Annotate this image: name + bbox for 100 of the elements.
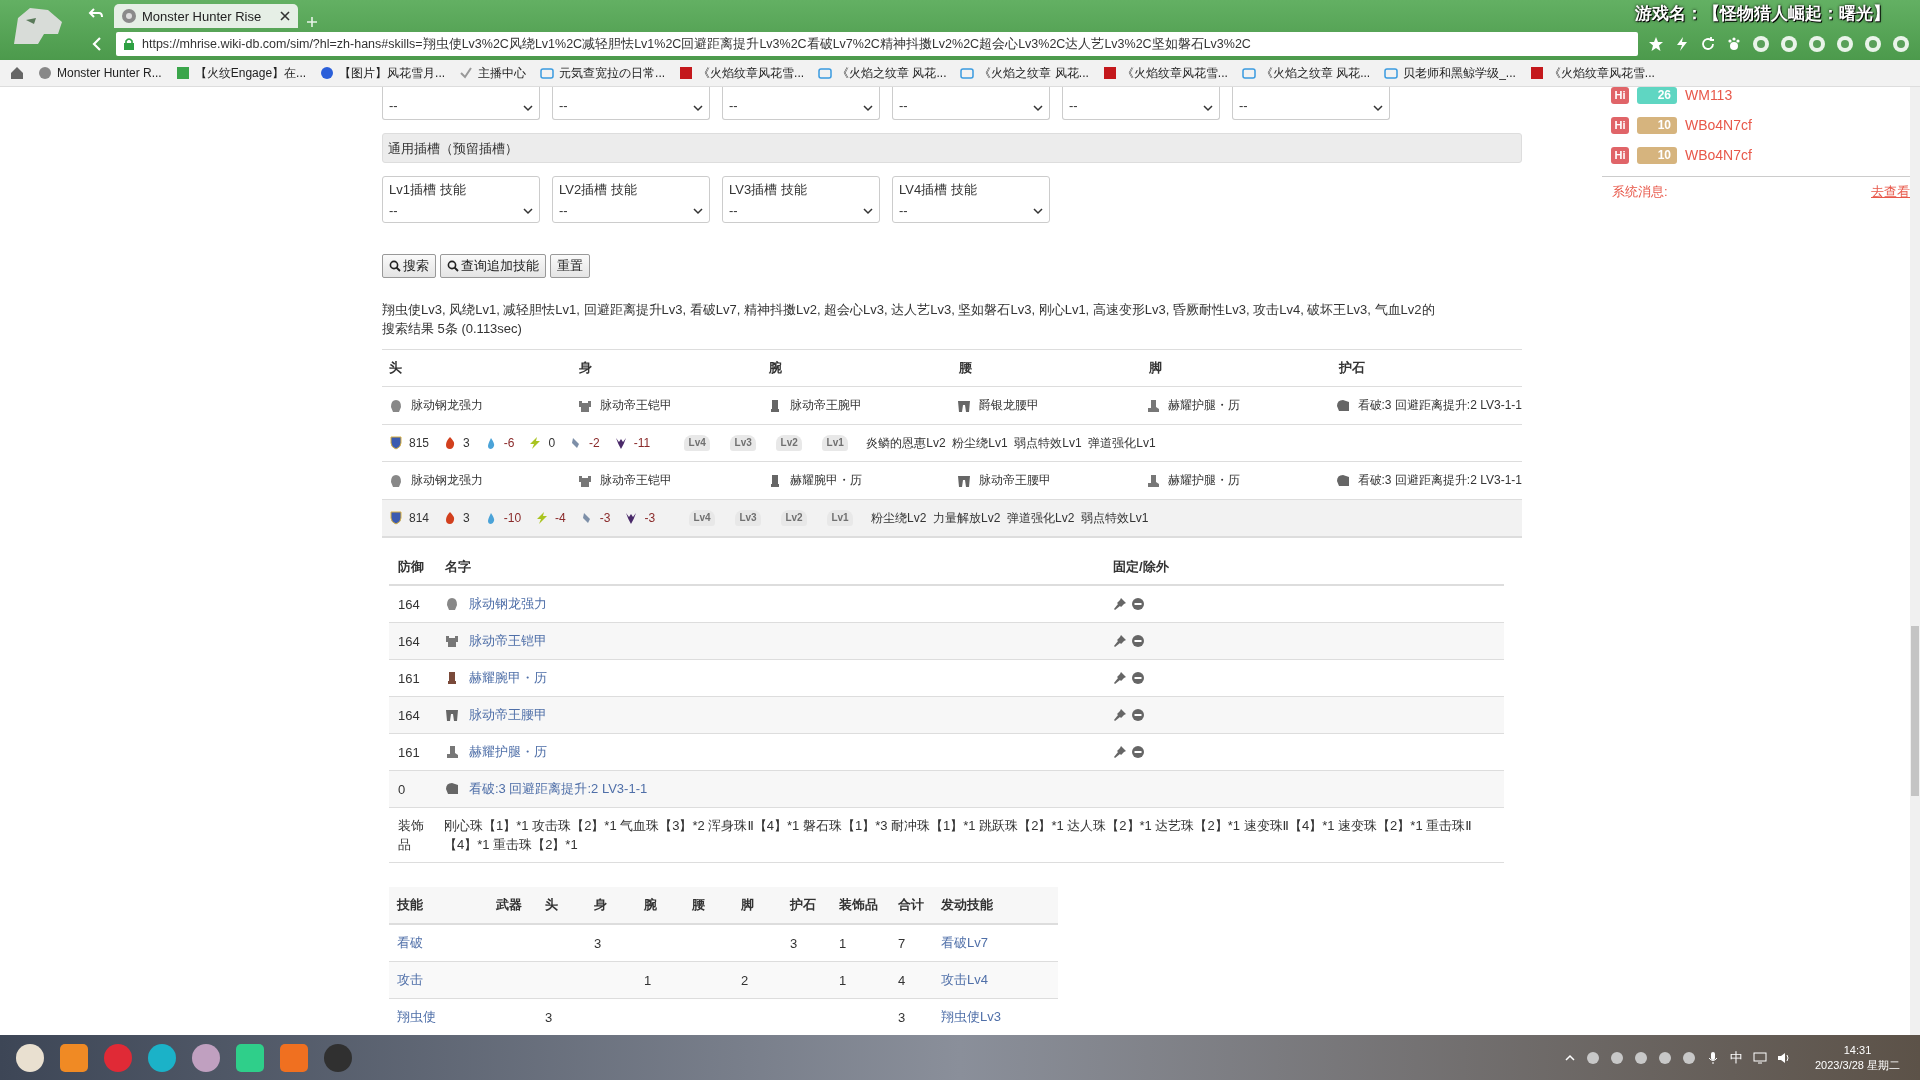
empty-slot: Lv3 [735,510,762,526]
dropdown[interactable]: -- [1062,87,1220,120]
skill-link[interactable]: 翔虫使Lv3 [933,1008,1058,1026]
exclude-icon[interactable] [1131,745,1145,759]
refresh-icon[interactable] [1700,36,1716,52]
skill-slot-select[interactable]: LV4插槽 技能 -- [892,176,1050,223]
armor-piece-icon [389,398,403,413]
result-stats-row[interactable]: 815 3 -6 0 -2 -11 Lv4 Lv3 Lv2 Lv1 炎鳞的恩惠Lv2 粉尘绕Lv1 弱点特效Lv1 弹道强化Lv1 [382,425,1522,462]
home-icon[interactable] [10,66,24,80]
decorations-label: 装饰品 [398,817,425,854]
lightning-icon[interactable] [1674,36,1690,52]
exclude-icon[interactable] [1131,671,1145,685]
skill-slot-select[interactable]: Lv1插槽 技能 -- [382,176,540,223]
result-stats-row[interactable]: 814 3 -10 -4 -3 -3 Lv4 Lv3 Lv2 Lv1 粉尘绕Lv2 力量解放Lv2 弹道强化Lv2 弱点特效Lv1 [382,500,1522,537]
exclude-icon[interactable] [1131,597,1145,611]
armor-link[interactable]: 赫耀腕甲・历 [469,669,547,687]
armor-link[interactable]: 脉动钢龙强力 [469,595,547,613]
speaker-icon[interactable] [1777,1050,1791,1065]
taskbar-app-icon[interactable] [192,1043,220,1072]
pin-icon[interactable] [1113,745,1127,759]
bookmark[interactable]: 《火焰纹章风花雪... [1529,64,1655,82]
armor-link[interactable]: 看破:3 回避距离提升:2 LV3-1-1 [469,780,648,798]
bookmark-icon [38,66,52,80]
bookmark[interactable]: 贝老师和黑鲸学级_... [1384,64,1516,82]
dropdown[interactable]: -- [382,87,540,120]
taskbar-app-icon[interactable] [16,1043,44,1072]
armor-link[interactable]: 脉动帝王腰甲 [469,706,547,724]
dropdown[interactable]: -- [892,87,1050,120]
taskbar-app-icon[interactable] [60,1043,88,1072]
skill-link[interactable]: 翔虫使 [389,1008,488,1026]
toolbar-icon[interactable] [1892,35,1910,53]
monitor-icon[interactable] [1753,1050,1767,1065]
bookmark[interactable]: 《火焰之纹章 风花... [1241,64,1371,82]
bookmark[interactable]: 《火焰之纹章 风花... [818,64,947,82]
pin-icon[interactable] [1113,708,1127,722]
greeting-badge: Hi [1611,87,1629,104]
stat-value: 815 [409,436,430,450]
scrollbar[interactable] [1910,87,1920,1035]
column-header: 腕 [768,359,783,377]
microphone-icon[interactable] [1706,1050,1720,1065]
tray-icon[interactable] [1586,1050,1600,1065]
bookmark-icon [1384,66,1399,80]
dropdown[interactable]: -- [552,87,710,120]
toolbar-icon[interactable] [1864,35,1882,53]
taskbar-app-icon[interactable] [148,1043,176,1072]
armor-link[interactable]: 脉动帝王铠甲 [469,632,547,650]
stream-overlay-text: 游戏名：【怪物猎人崛起：曙光】 [1635,3,1890,25]
table-cell-text: 1 [838,935,848,951]
level-badge: 10 [1637,146,1677,164]
close-icon[interactable] [280,11,290,21]
toolbar-icon[interactable] [1808,35,1826,53]
dropdown[interactable]: -- [1232,87,1390,120]
skill-link[interactable]: 攻击 [389,971,488,989]
armor-link[interactable]: 赫耀护腿・历 [469,743,547,761]
stat-value: -3 [599,511,611,525]
reset-button[interactable]: 重置 [550,254,590,278]
bookmark[interactable]: 《火焰纹章风花雪... [679,64,805,82]
bookmark[interactable]: 元気查宽拉の日常... [540,64,666,82]
bookmark-icon [175,66,190,80]
pin-icon[interactable] [1113,634,1127,648]
tray-icon[interactable] [1634,1050,1648,1065]
address-field[interactable]: https://mhrise.wiki-db.com/sim/?hl=zh-hans#skills=翔虫使Lv3%2C风绕Lv1%2C减轻胆怯Lv1%2C回避距离提升Lv3%2C看破Lv7%2C精神抖擞Lv2%2C超会心Lv3%2C达人艺Lv3%2C坚如磐石Lv3%2C [116,32,1638,56]
armor-piece-icon [445,782,459,796]
browser-tab[interactable]: Monster Hunter Rise [114,4,298,28]
bookmark[interactable]: 【图片】风花雪月... [320,64,446,82]
pin-icon[interactable] [1113,671,1127,685]
tray-icon[interactable] [1658,1050,1672,1065]
skill-link[interactable]: 攻击Lv4 [933,971,1058,989]
skill-link[interactable]: 看破 [389,934,488,952]
exclude-icon[interactable] [1131,708,1145,722]
search-button[interactable]: 搜索 [382,254,436,278]
view-link[interactable]: 去查看 [1871,183,1910,201]
new-tab-icon[interactable] [306,16,318,28]
star-icon[interactable] [1648,36,1664,52]
tray-icon[interactable] [1610,1050,1624,1065]
skill-slot-select[interactable]: LV2插槽 技能 -- [552,176,710,223]
tray-icon[interactable] [1682,1050,1696,1065]
skill-slot-select[interactable]: LV3插槽 技能 -- [722,176,880,223]
clock[interactable]: 14:31 2023/3/28 星期二 [1815,1042,1900,1073]
search-button[interactable]: 查询追加技能 [440,254,546,278]
bookmark[interactable]: 《火焰之纹章 风花... [960,64,1089,82]
bookmark[interactable]: Monster Hunter R... [38,66,162,80]
pin-icon[interactable] [1113,597,1127,611]
bookmark-icon [679,66,694,80]
bookmark[interactable]: 《火焰纹章风花雪... [1102,64,1228,82]
table-cell-text: 7 [897,935,907,951]
dropdown[interactable]: -- [722,87,880,120]
bookmark[interactable]: 【火纹Engage】在... [175,64,307,82]
bookmark[interactable]: 主播中心 [459,64,527,82]
toolbar-icon[interactable] [1752,35,1770,53]
skill-link[interactable]: 看破Lv7 [933,934,1058,952]
column-header: 技能 [395,896,424,914]
exclude-icon[interactable] [1131,634,1145,648]
toolbar-icon[interactable] [1836,35,1854,53]
input-method-indicator[interactable]: 中 [1730,1048,1743,1067]
paw-icon[interactable] [1726,36,1742,52]
column-header: 脚 [1148,359,1163,377]
armor-name: 脉动钢龙强力 [411,472,483,489]
taskbar-app-icon[interactable] [236,1043,264,1072]
toolbar-icon[interactable] [1780,35,1798,53]
